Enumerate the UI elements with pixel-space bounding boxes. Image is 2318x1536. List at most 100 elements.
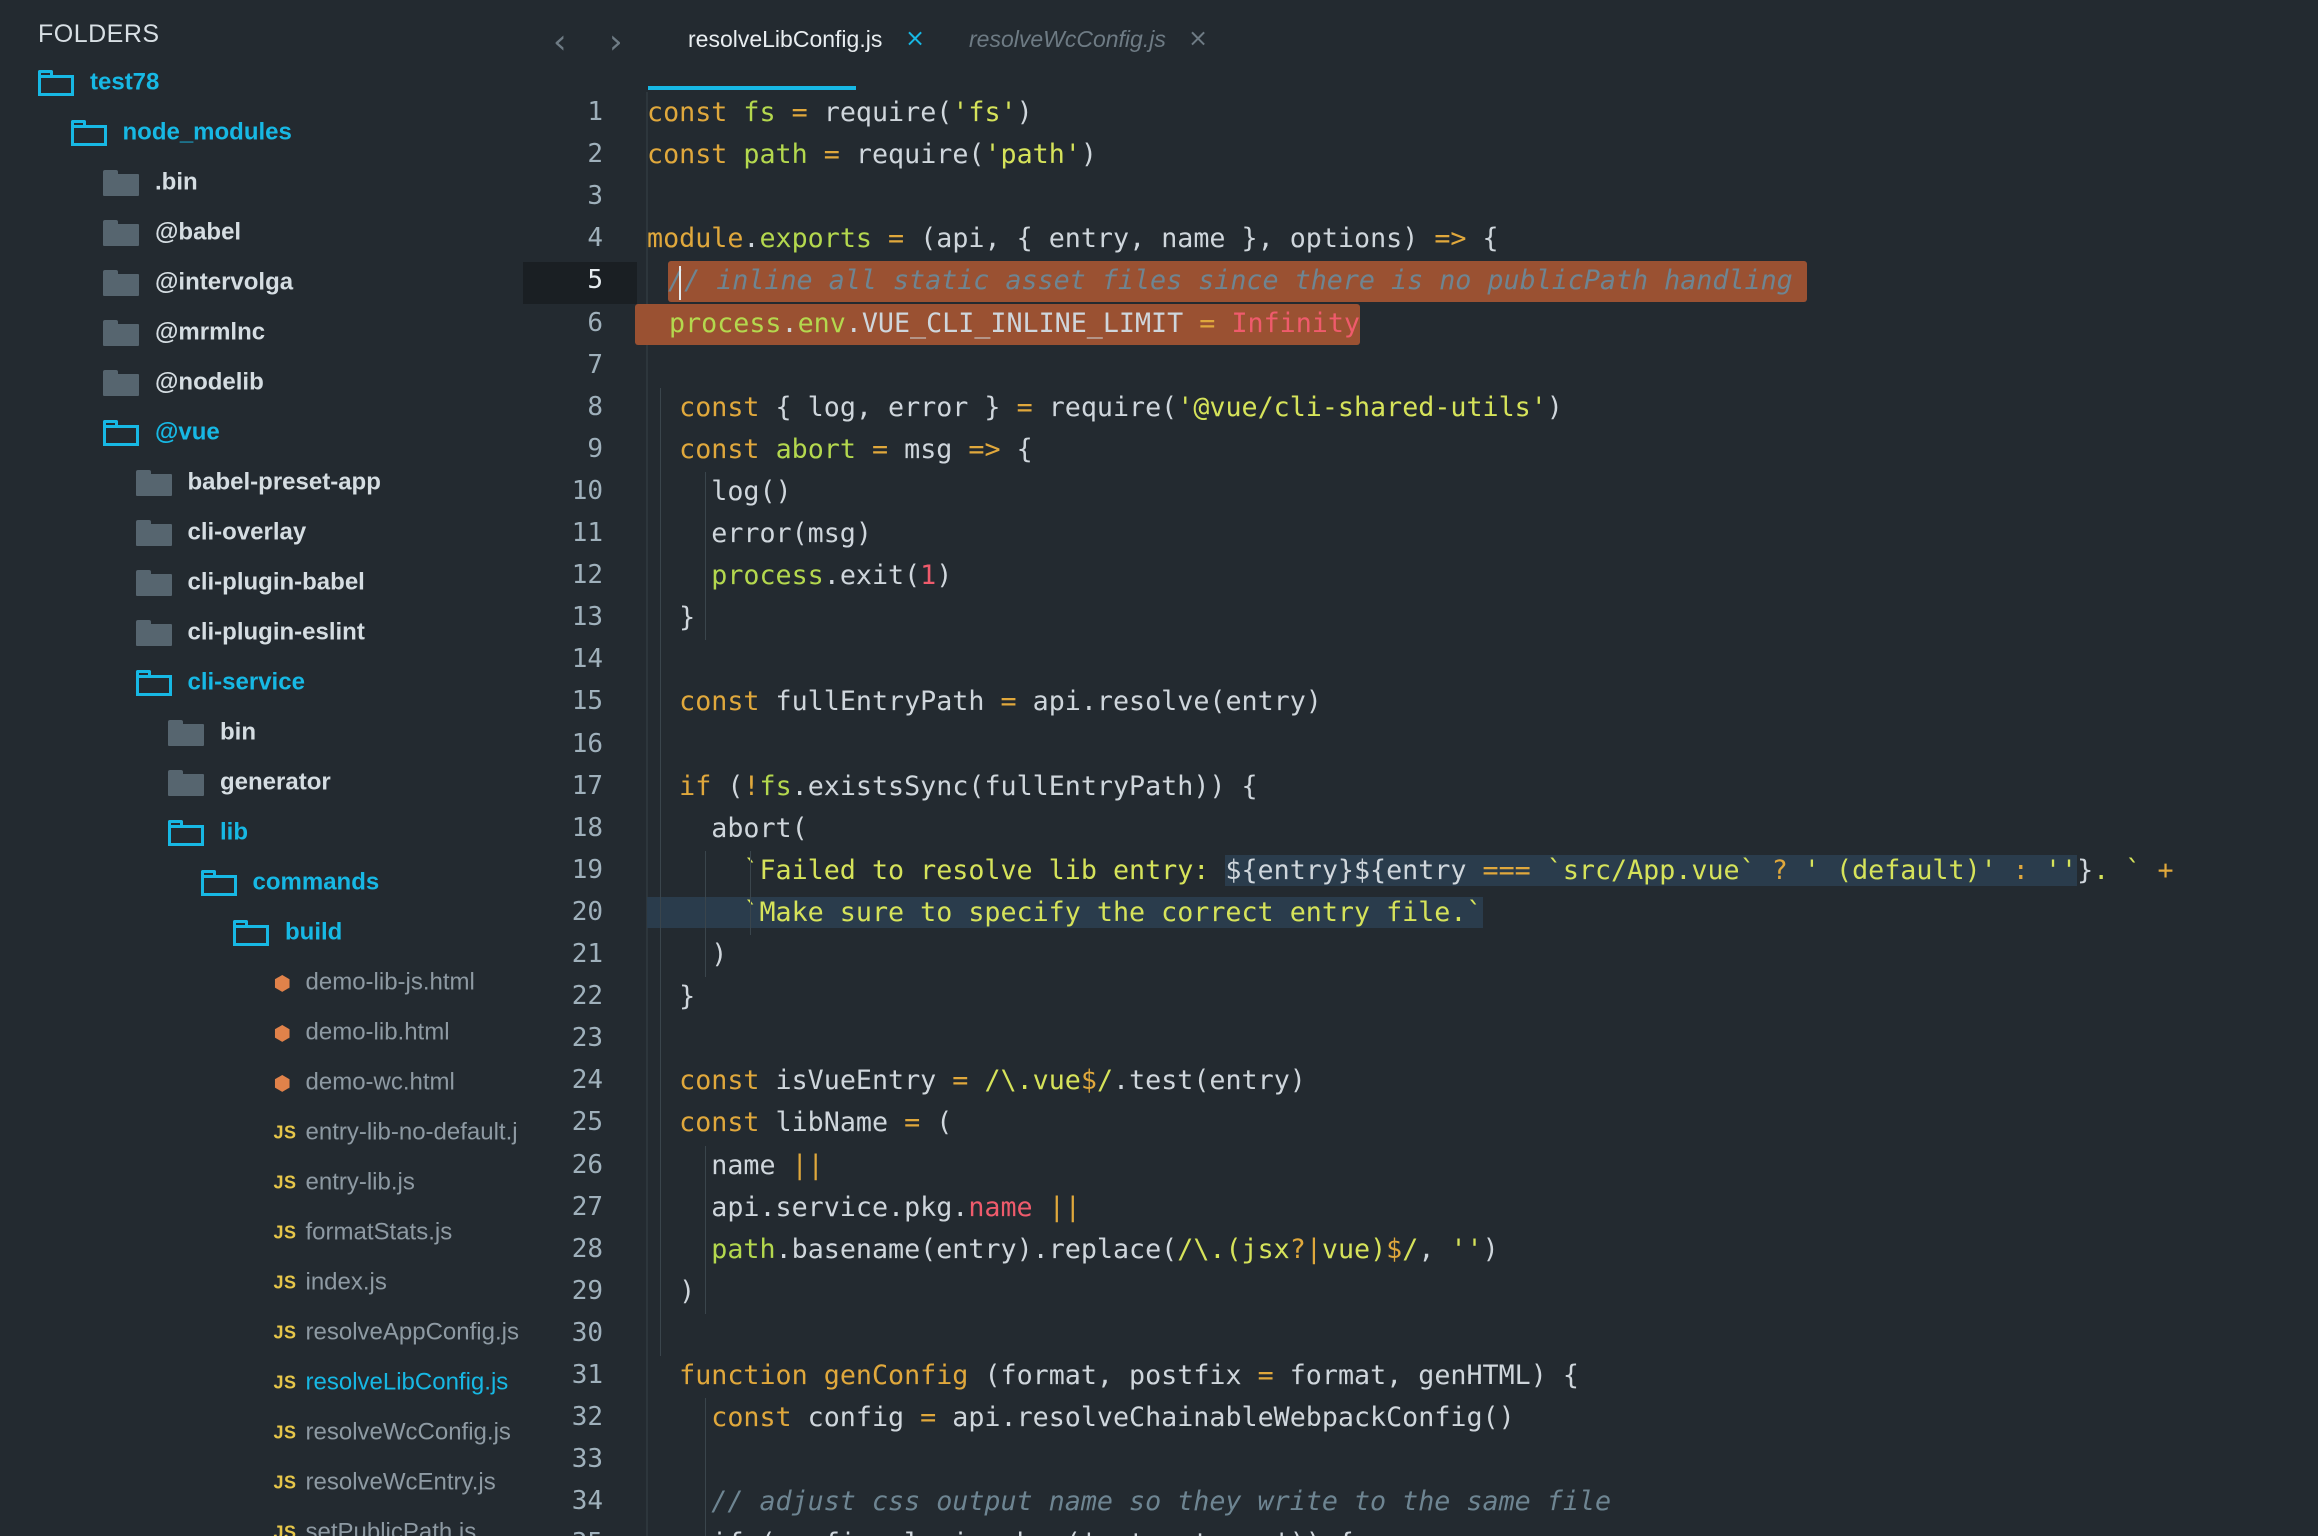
code-line[interactable]: 29 )	[523, 1272, 2318, 1314]
tree-item-file-format-stats[interactable]: JS formatStats.js	[0, 1208, 523, 1258]
code-token: const	[647, 686, 760, 718]
tree-item-folder-generator[interactable]: generator	[0, 758, 523, 808]
tree-item-folder-cli-overlay[interactable]: cli-overlay	[0, 508, 523, 558]
code-line[interactable]: 25 const libName = (	[523, 1103, 2318, 1145]
chevron-left-icon[interactable]: ‹	[553, 22, 567, 62]
tree-item-file-resolve-app-config[interactable]: JS resolveAppConfig.js	[0, 1308, 523, 1358]
code-line[interactable]: 10 log()	[523, 472, 2318, 514]
line-number: 14	[571, 644, 603, 675]
tree-item-label: babel-preset-app	[187, 468, 381, 496]
tree-item-folder-bin[interactable]: .bin	[0, 158, 523, 208]
html5-icon: ⬢	[273, 971, 291, 995]
tree-item-file-demo-lib-js-html[interactable]: ⬢ demo-lib-js.html	[0, 958, 523, 1008]
close-icon[interactable]: ×	[1188, 24, 1208, 52]
code-line[interactable]: 15 const fullEntryPath = api.resolve(ent…	[523, 682, 2318, 724]
code-line[interactable]: 17 if (!fs.existsSync(fullEntryPath)) {	[523, 767, 2318, 809]
code-line[interactable]: 5 // inline all static asset files since …	[523, 261, 2318, 303]
code-line[interactable]: 9 const abort = msg => {	[523, 430, 2318, 472]
code-token: libName	[759, 1107, 905, 1139]
tree-item-file-entry-lib-no-default[interactable]: JS entry-lib-no-default.j	[0, 1108, 523, 1158]
code-line[interactable]: 26 name ||	[523, 1146, 2318, 1188]
code-line[interactable]: 18 abort(	[523, 809, 2318, 851]
tree-item-folder-nodelib[interactable]: @nodelib	[0, 358, 523, 408]
code-line[interactable]: 30	[523, 1314, 2318, 1356]
tree-item-file-demo-lib-html[interactable]: ⬢ demo-lib.html	[0, 1008, 523, 1058]
code-line[interactable]: 19 `Failed to resolve lib entry: ${entry…	[523, 851, 2318, 893]
folder-open-icon	[168, 820, 204, 846]
code-line[interactable]: 33	[523, 1440, 2318, 1482]
tree-item-folder-lib[interactable]: lib	[0, 808, 523, 858]
tree-item-folder-babel-preset-app[interactable]: babel-preset-app	[0, 458, 523, 508]
tree-item-folder-node-modules[interactable]: node_modules	[0, 108, 523, 158]
tree-item-folder-build[interactable]: build	[0, 908, 523, 958]
code-token: $	[1386, 1233, 1403, 1265]
line-number: 7	[587, 349, 603, 380]
tree-item-folder-intervolga[interactable]: @intervolga	[0, 258, 523, 308]
close-icon[interactable]: ×	[905, 24, 925, 52]
tree-item-folder-commands[interactable]: commands	[0, 858, 523, 908]
javascript-icon: JS	[273, 1272, 297, 1293]
code-token: abort(	[647, 812, 808, 844]
tree-item-folder-cli-plugin-eslint[interactable]: cli-plugin-eslint	[0, 608, 523, 658]
tree-item-folder-cli-service[interactable]: cli-service	[0, 658, 523, 708]
tree-item-file-resolve-wc-entry[interactable]: JS resolveWcEntry.js	[0, 1458, 523, 1508]
line-number: 5	[587, 265, 603, 296]
code-line[interactable]: 2 const path = require('path')	[523, 135, 2318, 177]
tree-item-file-index[interactable]: JS index.js	[0, 1258, 523, 1308]
code-text: api.service.pkg.name ||	[647, 1192, 1081, 1223]
code-line[interactable]: 34 // adjust css output name so they wri…	[523, 1482, 2318, 1524]
code-line[interactable]: 7	[523, 346, 2318, 388]
tree-item-label: formatStats.js	[305, 1218, 453, 1246]
folder-open-icon	[200, 870, 237, 896]
code-line[interactable]: 8 const { log, error } = require('@vue/c…	[523, 388, 2318, 430]
code-line[interactable]: 4 module.exports = (api, { entry, name },…	[523, 219, 2318, 261]
code-line[interactable]: 31 function genConfig (format, postfix =…	[523, 1356, 2318, 1398]
code-line[interactable]: 3	[523, 177, 2318, 219]
code-token: ||	[791, 1149, 824, 1181]
chevron-right-icon[interactable]: ›	[609, 22, 623, 62]
tree-item-folder-vue[interactable]: @vue	[0, 408, 523, 458]
code-token: (	[711, 770, 744, 802]
folder-icon	[135, 520, 172, 546]
code-line[interactable]: 20 `Make sure to specify the correct ent…	[523, 893, 2318, 935]
tree-item-folder-cli-service-bin[interactable]: bin	[0, 708, 523, 758]
code-token: msg	[888, 433, 969, 465]
tree-item-file-resolve-wc-config[interactable]: JS resolveWcConfig.js	[0, 1408, 523, 1458]
line-number: 1	[587, 97, 603, 127]
code-text: function genConfig (format, postfix = fo…	[647, 1360, 1579, 1391]
tree-item-folder-mrmlnc[interactable]: @mrmlnc	[0, 308, 523, 358]
code-line[interactable]: 12 process.exit(1)	[523, 556, 2318, 598]
line-number: 28	[571, 1233, 603, 1264]
tree-item-folder-babel[interactable]: @babel	[0, 208, 523, 258]
javascript-icon: JS	[273, 1172, 297, 1193]
code-line[interactable]: 21 )	[523, 935, 2318, 977]
code-line[interactable]: 24 const isVueEntry = /\.vue$/.test(entr…	[523, 1061, 2318, 1103]
line-number: 2	[587, 139, 603, 170]
code-line[interactable]: 22 }	[523, 977, 2318, 1019]
code-line[interactable]: 23	[523, 1019, 2318, 1061]
tree-item-label: @vue	[155, 418, 220, 446]
code-line[interactable]: 28 path.basename(entry).replace(/\.(jsx?…	[523, 1230, 2318, 1272]
code-line[interactable]: 16	[523, 725, 2318, 767]
code-line[interactable]: 32 const config = api.resolveChainableWe…	[523, 1398, 2318, 1440]
code-token: )	[1080, 139, 1097, 171]
code-token: =	[1199, 307, 1216, 339]
tree-item-file-resolve-lib-config[interactable]: JS resolveLibConfig.js	[0, 1358, 523, 1408]
code-line[interactable]: 14	[523, 640, 2318, 682]
code-line[interactable]: 13 }	[523, 598, 2318, 640]
tree-item-folder-test78[interactable]: test78	[0, 58, 523, 108]
tree-item-file-demo-wc-html[interactable]: ⬢ demo-wc.html	[0, 1058, 523, 1108]
code-line[interactable]: 27 api.service.pkg.name ||	[523, 1188, 2318, 1230]
code-line[interactable]: 1 const fs = require('fs')	[523, 93, 2318, 135]
code-token: /\.(jsx	[1177, 1233, 1290, 1265]
code-line[interactable]: 6 process.env.VUE_CLI_INLINE_LIMIT = Infi…	[523, 303, 2318, 346]
code-line[interactable]: 35 if (config.plugins.has('extract-css')…	[523, 1524, 2318, 1536]
line-number: 27	[571, 1191, 603, 1222]
code-line[interactable]: 11 error(msg)	[523, 514, 2318, 556]
code-token: VUE_CLI_INLINE_LIMIT	[861, 307, 1184, 339]
tree-item-file-set-public-path[interactable]: JS setPublicPath.js	[0, 1508, 523, 1536]
tree-item-label: bin	[220, 718, 256, 746]
tree-item-folder-cli-plugin-babel[interactable]: cli-plugin-babel	[0, 558, 523, 608]
tree-item-file-entry-lib[interactable]: JS entry-lib.js	[0, 1158, 523, 1208]
